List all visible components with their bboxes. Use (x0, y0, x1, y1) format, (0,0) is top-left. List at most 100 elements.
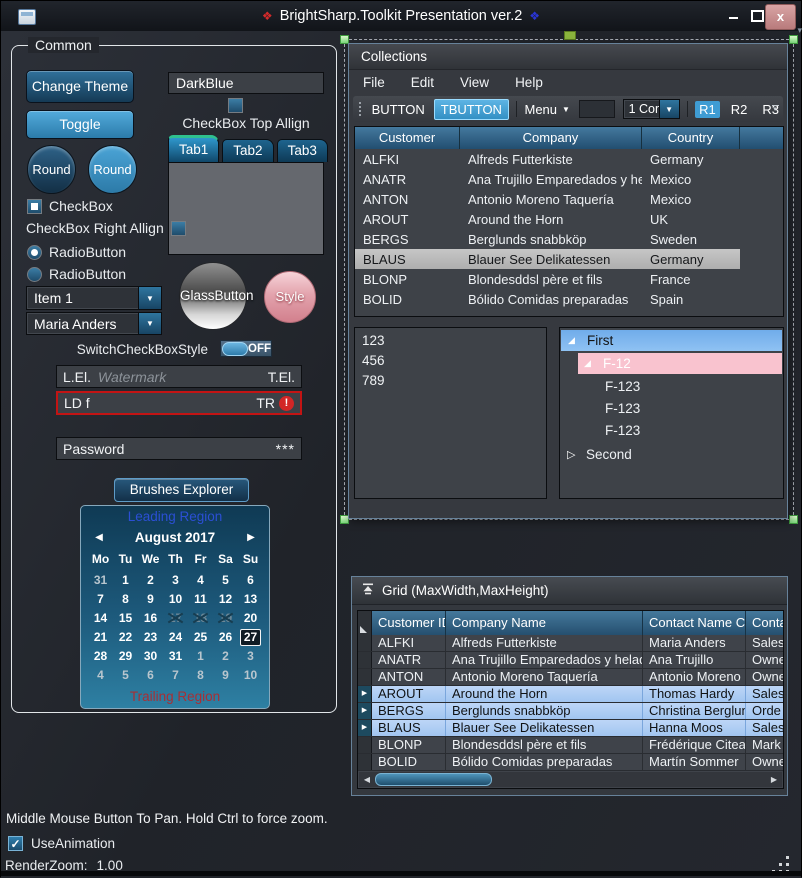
calendar-day[interactable]: 6 (140, 667, 161, 684)
calendar-day[interactable]: 30 (140, 648, 161, 665)
table-row[interactable]: ANATRAna Trujillo Emparedados y helaMexi… (355, 169, 740, 189)
column-header-conta[interactable]: Conta (746, 611, 783, 635)
menu-item-view[interactable]: View (460, 75, 489, 90)
scrollbar-thumb[interactable] (375, 773, 492, 786)
expanded-icon[interactable]: ◢ (584, 358, 596, 369)
combo-item[interactable]: Item 1 ▼ (26, 286, 162, 310)
minimize-button[interactable] (723, 6, 743, 26)
row-header[interactable]: ▶ (358, 720, 372, 736)
table-row[interactable]: BLONPBlondesddsl père et filsFrédérique … (358, 737, 783, 754)
grid-window-title[interactable]: Grid (MaxWidth,MaxHeight) (352, 577, 787, 605)
toggle-button[interactable]: Toggle (26, 110, 134, 139)
tab-tab2[interactable]: Tab2 (222, 139, 273, 162)
calendar-day[interactable]: 2 (140, 572, 161, 589)
column-header-customer[interactable]: Customer (355, 127, 460, 149)
calendar-next-button[interactable]: ▶ (237, 532, 265, 543)
calendar-day[interactable]: 1 (115, 572, 136, 589)
tree-item-f12[interactable]: ◢ F-12 (578, 353, 782, 374)
collapsed-icon[interactable]: ▷ (567, 448, 579, 461)
calendar-day[interactable]: 4 (90, 667, 111, 684)
toolbar-combobox[interactable]: 1 Com ▼ (623, 99, 680, 119)
checkbox-top-align[interactable] (228, 98, 243, 113)
toolbar-textbox[interactable] (579, 100, 615, 118)
calendar-day[interactable]: 9 (140, 591, 161, 608)
calendar-month-title[interactable]: August 2017 (113, 530, 237, 545)
calendar-day[interactable]: 16 (140, 610, 161, 627)
round-button-dark[interactable]: Round (27, 145, 76, 194)
tree-item-leaf[interactable]: F-123 (598, 398, 640, 419)
checkbox-main[interactable]: CheckBox (27, 198, 113, 214)
table-row[interactable]: BOLIDBólido Comidas preparadasMartín Som… (358, 754, 783, 771)
column-header-country[interactable]: Country (642, 127, 740, 149)
column-header-customer-id[interactable]: Customer ID (372, 611, 446, 635)
menu-item-edit[interactable]: Edit (411, 75, 434, 90)
tab-tab3[interactable]: Tab3 (277, 139, 328, 162)
list-item[interactable]: 123 (355, 331, 546, 351)
maximize-button[interactable] (747, 6, 767, 26)
calendar-day[interactable]: 7 (90, 591, 111, 608)
table-row[interactable]: AROUTAround the HornUK (355, 209, 740, 229)
glass-button[interactable]: GlassButton (179, 262, 247, 330)
calendar-day[interactable]: 5 (115, 667, 136, 684)
toolbar-overflow-button[interactable]: ▾ (769, 99, 781, 119)
calendar-day[interactable]: 24 (165, 629, 186, 646)
chevron-down-icon[interactable]: ▼ (659, 100, 679, 118)
table-row[interactable]: ▶BERGSBerglunds snabbköpChristina Berglu… (358, 703, 783, 720)
calendar-day[interactable]: 5 (215, 572, 236, 589)
calendar-day[interactable]: 8 (115, 591, 136, 608)
calendar-day[interactable]: 3 (165, 572, 186, 589)
tree-item-second[interactable]: ▷ Second (567, 444, 632, 465)
table-row[interactable]: BOLIDBólido Comidas preparadasSpain (355, 289, 740, 309)
selection-handle-top-right[interactable] (789, 35, 798, 44)
calendar-day[interactable]: 15 (115, 610, 136, 627)
calendar-day[interactable]: 28 (90, 648, 111, 665)
calendar-day[interactable]: 22 (115, 629, 136, 646)
toolbar-radio-r2[interactable]: R2 (727, 101, 752, 118)
toolbar-radio-r1[interactable]: R1 (695, 101, 720, 118)
row-header[interactable]: ▶ (358, 703, 372, 719)
list-item[interactable]: 789 (355, 371, 546, 391)
calendar-day[interactable]: 26 (215, 629, 236, 646)
combo-customer[interactable]: Maria Anders ▼ (26, 312, 162, 335)
tree-item-leaf[interactable]: F-123 (598, 420, 640, 441)
table-row[interactable]: ALFKIAlfreds FutterkisteMaria AndersSale… (358, 635, 783, 652)
menu-item-file[interactable]: File (363, 75, 385, 90)
radio-button-1[interactable]: RadioButton (27, 244, 126, 260)
calendar-day[interactable]: 13 (240, 591, 261, 608)
checkbox-right-align[interactable]: CheckBox Right Allign (26, 220, 186, 236)
brushes-explorer-button[interactable]: Brushes Explorer (114, 478, 249, 502)
chevron-down-icon[interactable]: ▼ (138, 287, 161, 309)
calendar-day[interactable]: 23 (140, 629, 161, 646)
select-all-corner[interactable] (358, 611, 372, 635)
table-row[interactable]: BERGSBerglunds snabbköpSweden (355, 229, 740, 249)
table-row[interactable]: ANTONAntonio Moreno TaqueríaMexico (355, 189, 740, 209)
column-header-company-name[interactable]: Company Name (446, 611, 643, 635)
use-animation-checkbox[interactable]: ✓ UseAnimation (8, 836, 115, 851)
row-header[interactable] (358, 754, 372, 770)
calendar-day[interactable]: 10 (240, 667, 261, 684)
row-header[interactable] (358, 652, 372, 668)
calendar-day[interactable]: 9 (215, 667, 236, 684)
table-row[interactable]: BLONPBlondesddsl père et filsFrance (355, 269, 740, 289)
theme-name-field[interactable]: DarkBlue (168, 72, 324, 94)
toolbar-toggle-button[interactable]: TBUTTON (434, 99, 509, 120)
tree-item-first[interactable]: ◢ First (561, 330, 782, 351)
tab-tab1[interactable]: Tab1 (168, 135, 219, 162)
toolbar-button[interactable]: BUTTON (372, 102, 425, 117)
row-header[interactable] (358, 635, 372, 651)
calendar-day[interactable]: 6 (240, 572, 261, 589)
tree-item-leaf[interactable]: F-123 (598, 376, 640, 397)
calendar-day[interactable]: 3 (240, 648, 261, 665)
calendar-day[interactable]: 12 (215, 591, 236, 608)
change-theme-button[interactable]: Change Theme (26, 70, 134, 103)
radio-button-2[interactable]: RadioButton (27, 266, 126, 282)
calendar-day[interactable]: 4 (190, 572, 211, 589)
table-row[interactable]: BLAUSBlauer See DelikatessenGermany (355, 249, 740, 269)
selection-handle-bottom-right[interactable] (789, 515, 798, 524)
calendar-prev-button[interactable]: ◀ (85, 532, 113, 543)
calendar-day[interactable]: 27 (240, 629, 261, 646)
row-header[interactable] (358, 669, 372, 685)
menu-item-help[interactable]: Help (515, 75, 543, 90)
collections-window-title[interactable]: Collections (349, 44, 787, 70)
table-row[interactable]: ▶AROUTAround the HornThomas HardySales (358, 686, 783, 703)
